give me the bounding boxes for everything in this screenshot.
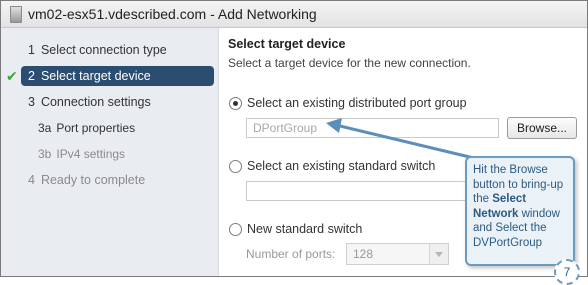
step-number: 2 xyxy=(28,69,35,83)
window-title: vm02-esx51.vdescribed.com - Add Networki… xyxy=(28,6,317,22)
vm-icon xyxy=(10,6,22,23)
wizard-steps-sidebar: ✔ 1 Select connection type 2 Select target… xyxy=(1,28,219,276)
step-number: 3 xyxy=(28,95,35,109)
new-switch-radio[interactable] xyxy=(229,223,242,236)
step-ready-to-complete: 4 Ready to complete xyxy=(21,170,145,190)
title-bar: vm02-esx51.vdescribed.com - Add Networki… xyxy=(1,1,587,28)
step-connection-settings[interactable]: 3 Connection settings xyxy=(21,92,151,112)
checkmark-icon: ✔ xyxy=(6,68,18,84)
standard-switch-field[interactable] xyxy=(246,181,486,201)
step-number-badge: 7 xyxy=(554,259,580,285)
page-title: Select target device xyxy=(228,37,346,51)
step-label: Connection settings xyxy=(40,95,151,109)
step-select-connection-type[interactable]: 1 Select connection type xyxy=(21,40,167,60)
browse-button[interactable]: Browse... xyxy=(507,117,577,139)
step-ipv4-settings: 3b IPv4 settings xyxy=(38,144,125,164)
step-number: 3b xyxy=(38,147,52,161)
number-of-ports-select[interactable]: 128 xyxy=(346,243,449,265)
port-group-value: DPortGroup xyxy=(253,121,318,135)
new-switch-label: New standard switch xyxy=(247,222,363,236)
chevron-down-icon xyxy=(429,244,448,264)
step-number: 4 xyxy=(28,173,35,187)
number-of-ports-value: 128 xyxy=(353,247,374,261)
annotation-callout: Hit the Browse button to bring-up the Se… xyxy=(465,156,575,266)
step-number: 3a xyxy=(38,121,52,135)
step-port-properties[interactable]: 3a Port properties xyxy=(38,118,135,138)
number-of-ports-label: Number of ports: xyxy=(246,247,336,261)
distributed-port-group-label: Select an existing distributed port grou… xyxy=(247,96,467,110)
port-group-field[interactable]: DPortGroup xyxy=(246,118,499,138)
step-label: IPv4 settings xyxy=(56,147,126,161)
step-label: Ready to complete xyxy=(40,173,146,187)
step-label: Port properties xyxy=(56,121,136,135)
page-subtitle: Select a target device for the new conne… xyxy=(228,56,471,70)
distributed-port-group-radio[interactable] xyxy=(229,97,242,110)
annotation-text: Hit the Browse button to bring-up the Se… xyxy=(473,163,573,250)
standard-switch-label: Select an existing standard switch xyxy=(247,159,436,173)
step-number: 1 xyxy=(28,43,35,57)
standard-switch-radio[interactable] xyxy=(229,160,242,173)
step-label: Select target device xyxy=(40,69,151,83)
step-select-target-device[interactable]: 2 Select target device xyxy=(21,66,214,86)
step-label: Select connection type xyxy=(40,43,167,57)
